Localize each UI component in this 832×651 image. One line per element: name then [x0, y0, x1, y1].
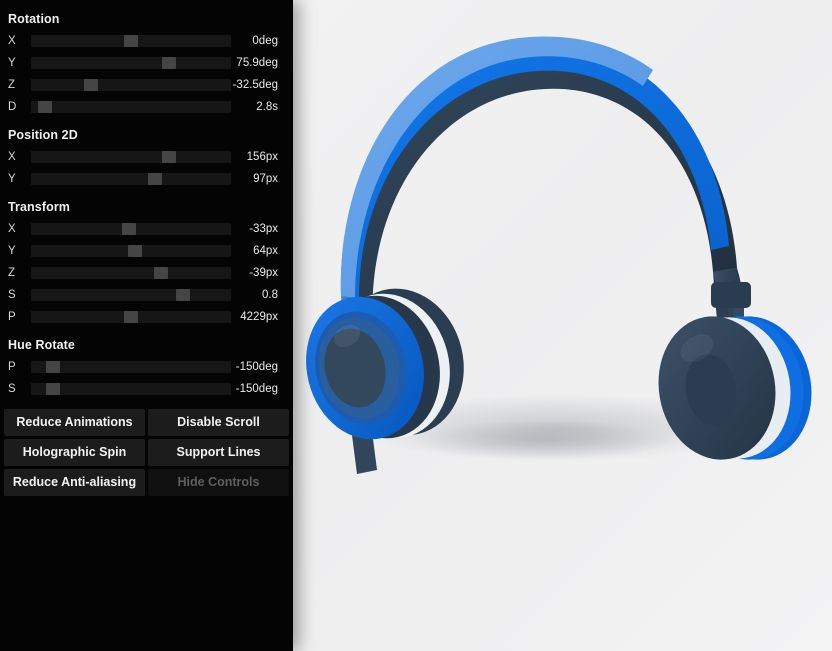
slider-value-transform-p: 4229px — [240, 311, 278, 323]
app-root: Rotation X 0deg Y 75.9deg Z -32.5deg D 2… — [0, 0, 832, 651]
slider-thumb-rotation-z[interactable] — [84, 79, 98, 91]
slider-track-transform-x[interactable] — [31, 223, 231, 235]
slider-thumb-transform-p[interactable] — [124, 311, 138, 323]
reduce-anti-aliasing-button[interactable]: Reduce Anti-aliasing — [4, 469, 145, 496]
disable-scroll-button[interactable]: Disable Scroll — [148, 409, 289, 436]
slider-row-hue-p[interactable]: P -150deg — [0, 356, 293, 378]
slider-row-transform-p[interactable]: P 4229px — [0, 306, 293, 328]
slider-label: Z — [8, 79, 16, 91]
slider-value-rotation-x: 0deg — [252, 35, 278, 47]
slider-track-transform-y[interactable] — [31, 245, 231, 257]
slider-track-position-x[interactable] — [31, 151, 231, 163]
slider-track-rotation-y[interactable] — [31, 57, 231, 69]
slider-value-position-x: 156px — [246, 151, 278, 163]
group-title-rotation: Rotation — [8, 12, 60, 26]
toggle-button-grid: Reduce Animations Disable Scroll Hologra… — [0, 409, 293, 496]
group-hue-rotate: Hue Rotate P -150deg S -150deg — [0, 328, 293, 400]
slider-thumb-hue-s[interactable] — [46, 383, 60, 395]
slider-row-rotation-z[interactable]: Z -32.5deg — [0, 74, 293, 96]
slider-row-transform-y[interactable]: Y 64px — [0, 240, 293, 262]
slider-value-position-y: 97px — [253, 173, 278, 185]
slider-thumb-rotation-y[interactable] — [162, 57, 176, 69]
slider-label: X — [8, 223, 16, 235]
slider-thumb-position-y[interactable] — [148, 173, 162, 185]
slider-thumb-transform-y[interactable] — [128, 245, 142, 257]
floor-shadow-soft — [413, 420, 673, 460]
slider-thumb-rotation-x[interactable] — [124, 35, 138, 47]
slider-thumb-rotation-d[interactable] — [38, 101, 52, 113]
button-row-3: Reduce Anti-aliasing Hide Controls — [4, 469, 289, 496]
slider-value-rotation-y: 75.9deg — [236, 57, 278, 69]
slider-label: X — [8, 151, 16, 163]
support-lines-button[interactable]: Support Lines — [148, 439, 289, 466]
slider-value-transform-z: -39px — [249, 267, 278, 279]
slider-track-transform-z[interactable] — [31, 267, 231, 279]
slider-row-rotation-d[interactable]: D 2.8s — [0, 96, 293, 118]
hide-controls-button[interactable]: Hide Controls — [148, 469, 289, 496]
slider-label: P — [8, 311, 16, 323]
slider-label: X — [8, 35, 16, 47]
slider-label: S — [8, 383, 16, 395]
slider-row-hue-s[interactable]: S -150deg — [0, 378, 293, 400]
group-transform: Transform X -33px Y 64px Z -39px S 0.8 P… — [0, 190, 293, 328]
slider-label: P — [8, 361, 16, 373]
slider-thumb-hue-p[interactable] — [46, 361, 60, 373]
slider-value-hue-p: -150deg — [235, 361, 278, 373]
slider-value-transform-y: 64px — [253, 245, 278, 257]
slider-row-transform-x[interactable]: X -33px — [0, 218, 293, 240]
group-title-hue-rotate: Hue Rotate — [8, 338, 75, 352]
slider-label: Z — [8, 267, 16, 279]
slider-value-transform-x: -33px — [249, 223, 278, 235]
group-title-transform: Transform — [8, 200, 71, 214]
right-yoke — [711, 282, 751, 308]
slider-value-rotation-z: -32.5deg — [232, 79, 278, 91]
group-title-position-2d: Position 2D — [8, 128, 78, 142]
slider-track-position-y[interactable] — [31, 173, 231, 185]
slider-thumb-transform-x[interactable] — [122, 223, 136, 235]
slider-label: D — [8, 101, 17, 113]
slider-track-hue-s[interactable] — [31, 383, 231, 395]
slider-label: Y — [8, 57, 16, 69]
slider-thumb-transform-s[interactable] — [176, 289, 190, 301]
slider-track-rotation-z[interactable] — [31, 79, 231, 91]
control-panel: Rotation X 0deg Y 75.9deg Z -32.5deg D 2… — [0, 0, 293, 651]
slider-label: Y — [8, 173, 16, 185]
product-stage — [293, 0, 832, 651]
slider-thumb-position-x[interactable] — [162, 151, 176, 163]
slider-row-rotation-y[interactable]: Y 75.9deg — [0, 52, 293, 74]
group-position-2d: Position 2D X 156px Y 97px — [0, 118, 293, 190]
slider-value-transform-s: 0.8 — [262, 289, 278, 301]
slider-track-rotation-d[interactable] — [31, 101, 231, 113]
slider-track-transform-s[interactable] — [31, 289, 231, 301]
button-row-1: Reduce Animations Disable Scroll — [4, 409, 289, 436]
slider-row-transform-s[interactable]: S 0.8 — [0, 284, 293, 306]
group-rotation: Rotation X 0deg Y 75.9deg Z -32.5deg D 2… — [0, 0, 293, 118]
slider-row-position-x[interactable]: X 156px — [0, 146, 293, 168]
slider-thumb-transform-z[interactable] — [154, 267, 168, 279]
slider-track-transform-p[interactable] — [31, 311, 231, 323]
slider-label: Y — [8, 245, 16, 257]
holographic-spin-button[interactable]: Holographic Spin — [4, 439, 145, 466]
slider-track-hue-p[interactable] — [31, 361, 231, 373]
slider-row-rotation-x[interactable]: X 0deg — [0, 30, 293, 52]
slider-value-hue-s: -150deg — [235, 383, 278, 395]
headphones-illustration — [306, 36, 812, 474]
button-row-2: Holographic Spin Support Lines — [4, 439, 289, 466]
slider-label: S — [8, 289, 16, 301]
slider-track-rotation-x[interactable] — [31, 35, 231, 47]
slider-row-position-y[interactable]: Y 97px — [0, 168, 293, 190]
reduce-animations-button[interactable]: Reduce Animations — [4, 409, 145, 436]
slider-value-rotation-d: 2.8s — [256, 101, 278, 113]
slider-row-transform-z[interactable]: Z -39px — [0, 262, 293, 284]
